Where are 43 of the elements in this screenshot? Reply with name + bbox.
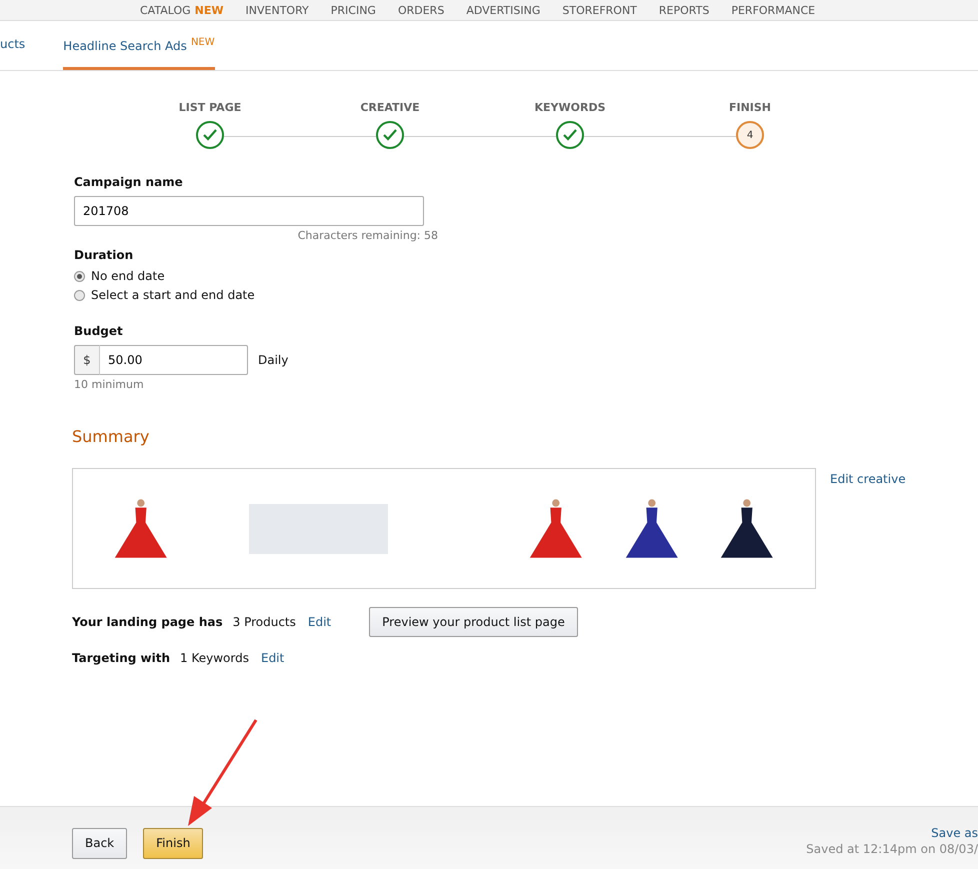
- finish-button[interactable]: Finish: [143, 828, 204, 858]
- summary-label: Your landing page has: [72, 615, 223, 629]
- section-title: Summary: [72, 427, 150, 446]
- field-label: Campaign name: [74, 175, 184, 189]
- nav-link[interactable]: INVENTORY: [246, 4, 309, 16]
- budget-input[interactable]: 50.00: [100, 345, 248, 375]
- nav-link[interactable]: REPORTS: [658, 4, 710, 16]
- step-label: KEYWORDS: [534, 101, 606, 116]
- nav-link[interactable]: STOREFRONT: [562, 4, 637, 16]
- minimum-hint: 10 minimum: [74, 378, 145, 391]
- nav-link[interactable]: PRICING: [330, 4, 376, 16]
- back-button[interactable]: Back: [72, 828, 128, 858]
- summary-value: 1 Keywords: [180, 651, 249, 665]
- characters-remaining-text: Characters remaining: 58: [296, 229, 438, 242]
- saved-time-text: Saved at 12:14pm on 08/03/: [806, 842, 978, 856]
- tab[interactable]: Headline Search Ads $^{NEW}$: [63, 21, 215, 70]
- nav-link[interactable]: ORDERS: [398, 4, 444, 16]
- currency-symbol: $: [74, 345, 100, 375]
- radio-button[interactable]: [74, 290, 85, 300]
- step-label: LIST PAGE: [178, 101, 242, 116]
- step-label: FINISH: [728, 101, 772, 116]
- new-label: NEW: [190, 37, 215, 48]
- nav-link[interactable]: CATALOG NEW: [140, 4, 224, 16]
- step-number: 4: [736, 121, 764, 149]
- radio-label: Select a start and end date: [91, 288, 255, 302]
- edit-link[interactable]: Edit: [308, 615, 332, 629]
- radio-button[interactable]: [74, 270, 85, 282]
- nav-link[interactable]: ADVERTISING: [466, 4, 540, 16]
- summary-label: Targeting with: [72, 651, 170, 665]
- budget-period: Daily: [258, 353, 288, 367]
- field-label: Duration: [74, 248, 134, 262]
- tab[interactable]: ucts: [0, 21, 26, 70]
- nav-link[interactable]: PERFORMANCE: [731, 4, 816, 16]
- summary-value: 3 Products: [232, 615, 296, 629]
- new-label: NEW: [194, 4, 224, 16]
- edit-link[interactable]: Edit: [260, 651, 284, 665]
- field-label: Budget: [74, 324, 124, 338]
- step-label: CREATIVE: [360, 101, 420, 116]
- preview-button[interactable]: Preview your product list page: [369, 607, 578, 637]
- radio-label: No end date: [91, 269, 165, 283]
- campaign-name-input[interactable]: 201708: [74, 196, 424, 226]
- save-as-draft-link[interactable]: Save as: [931, 826, 978, 840]
- edit-creative-link[interactable]: Edit creative: [830, 472, 906, 486]
